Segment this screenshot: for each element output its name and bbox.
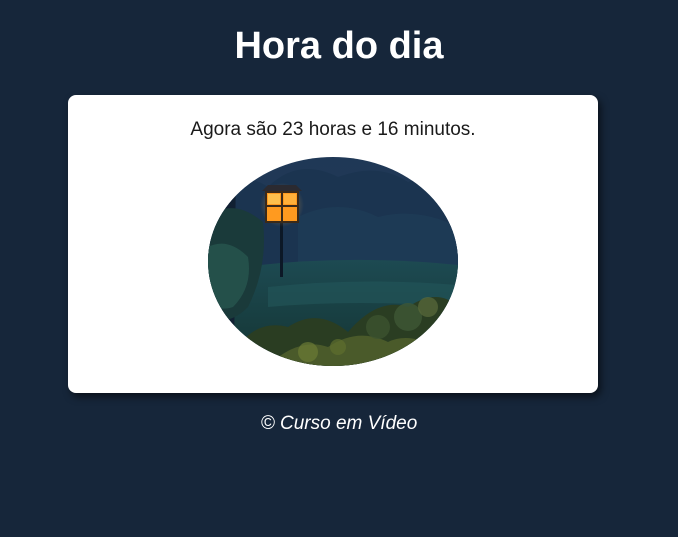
night-garden-lantern-photo	[208, 157, 458, 366]
content-card: Agora são 23 horas e 16 minutos.	[68, 95, 598, 393]
copyright-footer: © Curso em Vídeo	[260, 413, 418, 434]
page-title: Hora do dia	[234, 25, 444, 67]
time-message: Agora são 23 horas e 16 minutos.	[190, 119, 476, 140]
